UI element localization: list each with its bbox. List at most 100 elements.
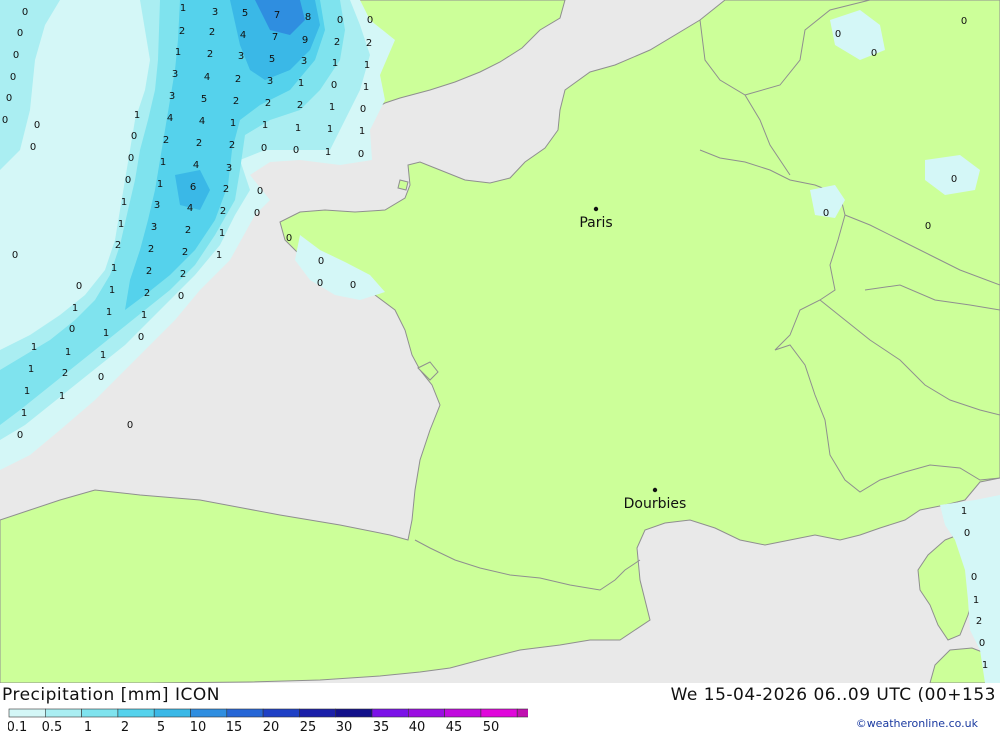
legend-swatch	[262, 708, 300, 718]
precip-value-label: 0	[925, 221, 931, 232]
precip-value-label: 2	[163, 135, 169, 146]
precip-value-label: 0	[98, 372, 104, 383]
precip-value-label: 2	[179, 26, 185, 37]
precip-value-label: 1	[103, 328, 109, 339]
legend-swatch	[153, 708, 191, 718]
precip-value-label: 3	[212, 7, 218, 18]
legend-label: 30	[336, 720, 353, 733]
precip-value-label: 0	[358, 149, 364, 160]
precip-value-label: 2	[233, 96, 239, 107]
precip-value-label: 2	[229, 140, 235, 151]
precip-value-label: 2	[146, 266, 152, 277]
precip-value-label: 1	[230, 118, 236, 129]
precip-value-label: 3	[169, 91, 175, 102]
legend-swatch	[299, 708, 336, 718]
precipitation-map[interactable]: 0 1 3 5 7 8 0 0 0 0 2 2 4 7 9 2 2 0 0 0 1 2 3 5 3 1 1 0 3 4 2 3 1 0 1 0 3 5 2 2…	[0, 0, 1000, 683]
precip-value-label: 1	[31, 342, 37, 353]
precip-value-label: 1	[295, 123, 301, 134]
precip-value-label: 0	[835, 29, 841, 40]
precip-value-label: 4	[167, 113, 173, 124]
precip-value-label: 7	[274, 10, 280, 21]
legend-label: 35	[373, 720, 390, 733]
precip-value-label: 1	[262, 120, 268, 131]
precip-value-label: 0	[257, 186, 263, 197]
precip-value-label: 0	[331, 80, 337, 91]
precip-value-label: 0	[127, 420, 133, 431]
precip-value-label: 1	[982, 660, 988, 671]
precip-value-label: 0	[337, 15, 343, 26]
precip-value-label: 3	[151, 222, 157, 233]
precip-value-label: 0	[10, 72, 16, 83]
legend-swatch	[480, 708, 518, 718]
precip-value-label: 1	[961, 506, 967, 517]
legend-label: 50	[483, 720, 500, 733]
legend-label: 25	[300, 720, 317, 733]
precip-value-label: 4	[204, 72, 210, 83]
precip-value-label: 2	[223, 184, 229, 195]
precip-value-label: 3	[301, 56, 307, 67]
precip-value-label: 2	[115, 240, 121, 251]
precip-value-label: 1	[216, 250, 222, 261]
precip-value-label: 2	[180, 269, 186, 280]
precip-value-label: 1	[332, 58, 338, 69]
precip-value-label: 0	[979, 638, 985, 649]
precip-value-label: 1	[28, 364, 34, 375]
precip-value-label: 0	[76, 281, 82, 292]
precip-value-label: 2	[366, 38, 372, 49]
legend-swatch	[335, 708, 373, 718]
precip-value-label: 8	[305, 12, 311, 23]
legend-label: 0.5	[42, 720, 63, 733]
precip-value-label: 0	[317, 278, 323, 289]
precip-value-label: 3	[226, 163, 232, 174]
legend-label: 1	[84, 720, 92, 733]
precip-value-label: 2	[265, 98, 271, 109]
precip-value-label: 1	[180, 3, 186, 14]
precip-value-label: 2	[976, 616, 982, 627]
legend-swatch	[407, 708, 445, 718]
legend-swatch	[190, 708, 228, 718]
precip-value-label: 1	[106, 307, 112, 318]
precip-value-label: 1	[109, 285, 115, 296]
legend-swatch	[371, 708, 409, 718]
city-label: Dourbies	[624, 496, 687, 512]
precip-value-label: 1	[24, 386, 30, 397]
city-marker	[652, 487, 658, 493]
precip-value-label: 2	[334, 37, 340, 48]
city-marker	[593, 206, 599, 212]
legend-swatch	[226, 708, 264, 718]
precip-value-label: 0	[286, 233, 292, 244]
land-island	[397, 179, 409, 191]
precip-value-label: 4	[187, 203, 193, 214]
precip-value-label: 2	[220, 206, 226, 217]
precip-value-label: 1	[160, 157, 166, 168]
precip-value-label: 4	[240, 30, 246, 41]
legend-swatch	[44, 708, 82, 718]
precip-value-label: 1	[973, 595, 979, 606]
precip-value-label: 5	[242, 8, 248, 19]
precip-value-label: 0	[12, 250, 18, 261]
precip-value-label: 0	[30, 142, 36, 153]
precip-value-label: 0	[138, 332, 144, 343]
legend-label: 45	[446, 720, 463, 733]
legend-swatch	[117, 708, 155, 718]
precip-value-label: 1	[65, 347, 71, 358]
precip-value-label: 0	[17, 430, 23, 441]
precip-value-label: 0	[131, 131, 137, 142]
precip-value-label: 0	[178, 291, 184, 302]
precip-value-label: 0	[22, 7, 28, 18]
legend-label: 0.1	[8, 720, 27, 733]
copyright-link[interactable]: ©weatheronline.co.uk	[856, 717, 978, 730]
validity-time: We 15-04-2026 06..09 UTC (00+153	[670, 685, 996, 705]
legend-swatch	[8, 708, 46, 718]
precip-value-label: 1	[329, 102, 335, 113]
legend-label: 20	[263, 720, 280, 733]
precip-value-label: 2	[209, 27, 215, 38]
precip-value-label: 1	[59, 391, 65, 402]
precip-value-label: 0	[823, 208, 829, 219]
precip-value-label: 0	[293, 145, 299, 156]
precip-value-label: 9	[302, 35, 308, 46]
precip-value-label: 2	[182, 247, 188, 258]
precip-value-label: 2	[148, 244, 154, 255]
precip-value-label: 1	[364, 60, 370, 71]
precip-value-label: 1	[363, 82, 369, 93]
